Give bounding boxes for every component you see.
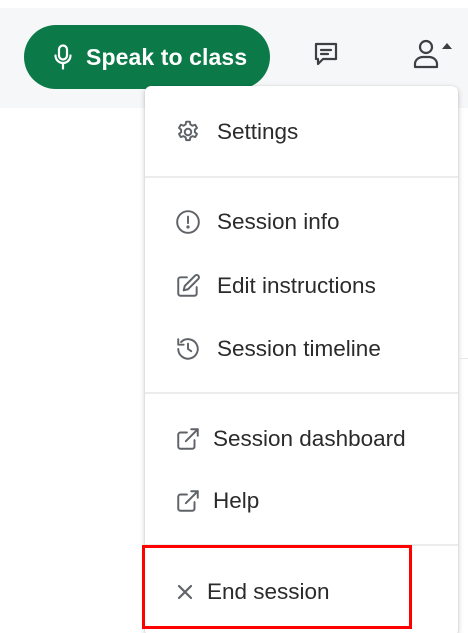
external-link-icon xyxy=(175,426,201,452)
speak-to-class-label: Speak to class xyxy=(86,43,248,70)
menu-item-label: Session info xyxy=(217,209,340,234)
menu-item-label: Session dashboard xyxy=(213,426,406,451)
people-menu-button[interactable] xyxy=(406,36,456,76)
menu-item-label: Edit instructions xyxy=(217,273,376,298)
menu-divider xyxy=(145,392,458,394)
history-icon xyxy=(175,336,201,362)
info-icon xyxy=(175,209,201,235)
gear-icon xyxy=(175,119,201,145)
menu-item-edit-instructions[interactable]: Edit instructions xyxy=(145,258,458,314)
microphone-icon xyxy=(52,43,74,71)
menu-item-session-dashboard[interactable]: Session dashboard xyxy=(145,411,458,467)
chat-button[interactable] xyxy=(306,36,346,76)
menu-item-label: End session xyxy=(207,579,330,604)
background-divider xyxy=(458,358,468,359)
chat-icon xyxy=(312,40,340,73)
menu-divider xyxy=(145,544,458,546)
menu-item-label: Settings xyxy=(217,119,299,144)
menu-item-session-info[interactable]: Session info xyxy=(145,194,458,250)
menu-item-label: Help xyxy=(213,488,260,513)
menu-item-label: Session timeline xyxy=(217,336,381,361)
menu-item-session-timeline[interactable]: Session timeline xyxy=(145,321,458,377)
edit-icon xyxy=(175,273,201,299)
menu-divider xyxy=(145,176,458,178)
external-link-icon xyxy=(175,488,201,514)
session-options-menu: Settings Session info Edit instructions xyxy=(145,86,458,633)
app-stage: Speak to class Settings Session info Edi… xyxy=(0,0,468,633)
menu-item-help[interactable]: Help xyxy=(145,473,458,529)
menu-item-end-session[interactable]: End session xyxy=(145,564,458,620)
close-icon xyxy=(175,579,195,605)
people-icon xyxy=(409,37,453,76)
speak-to-class-button[interactable]: Speak to class xyxy=(24,25,270,89)
menu-item-settings[interactable]: Settings xyxy=(145,104,458,160)
